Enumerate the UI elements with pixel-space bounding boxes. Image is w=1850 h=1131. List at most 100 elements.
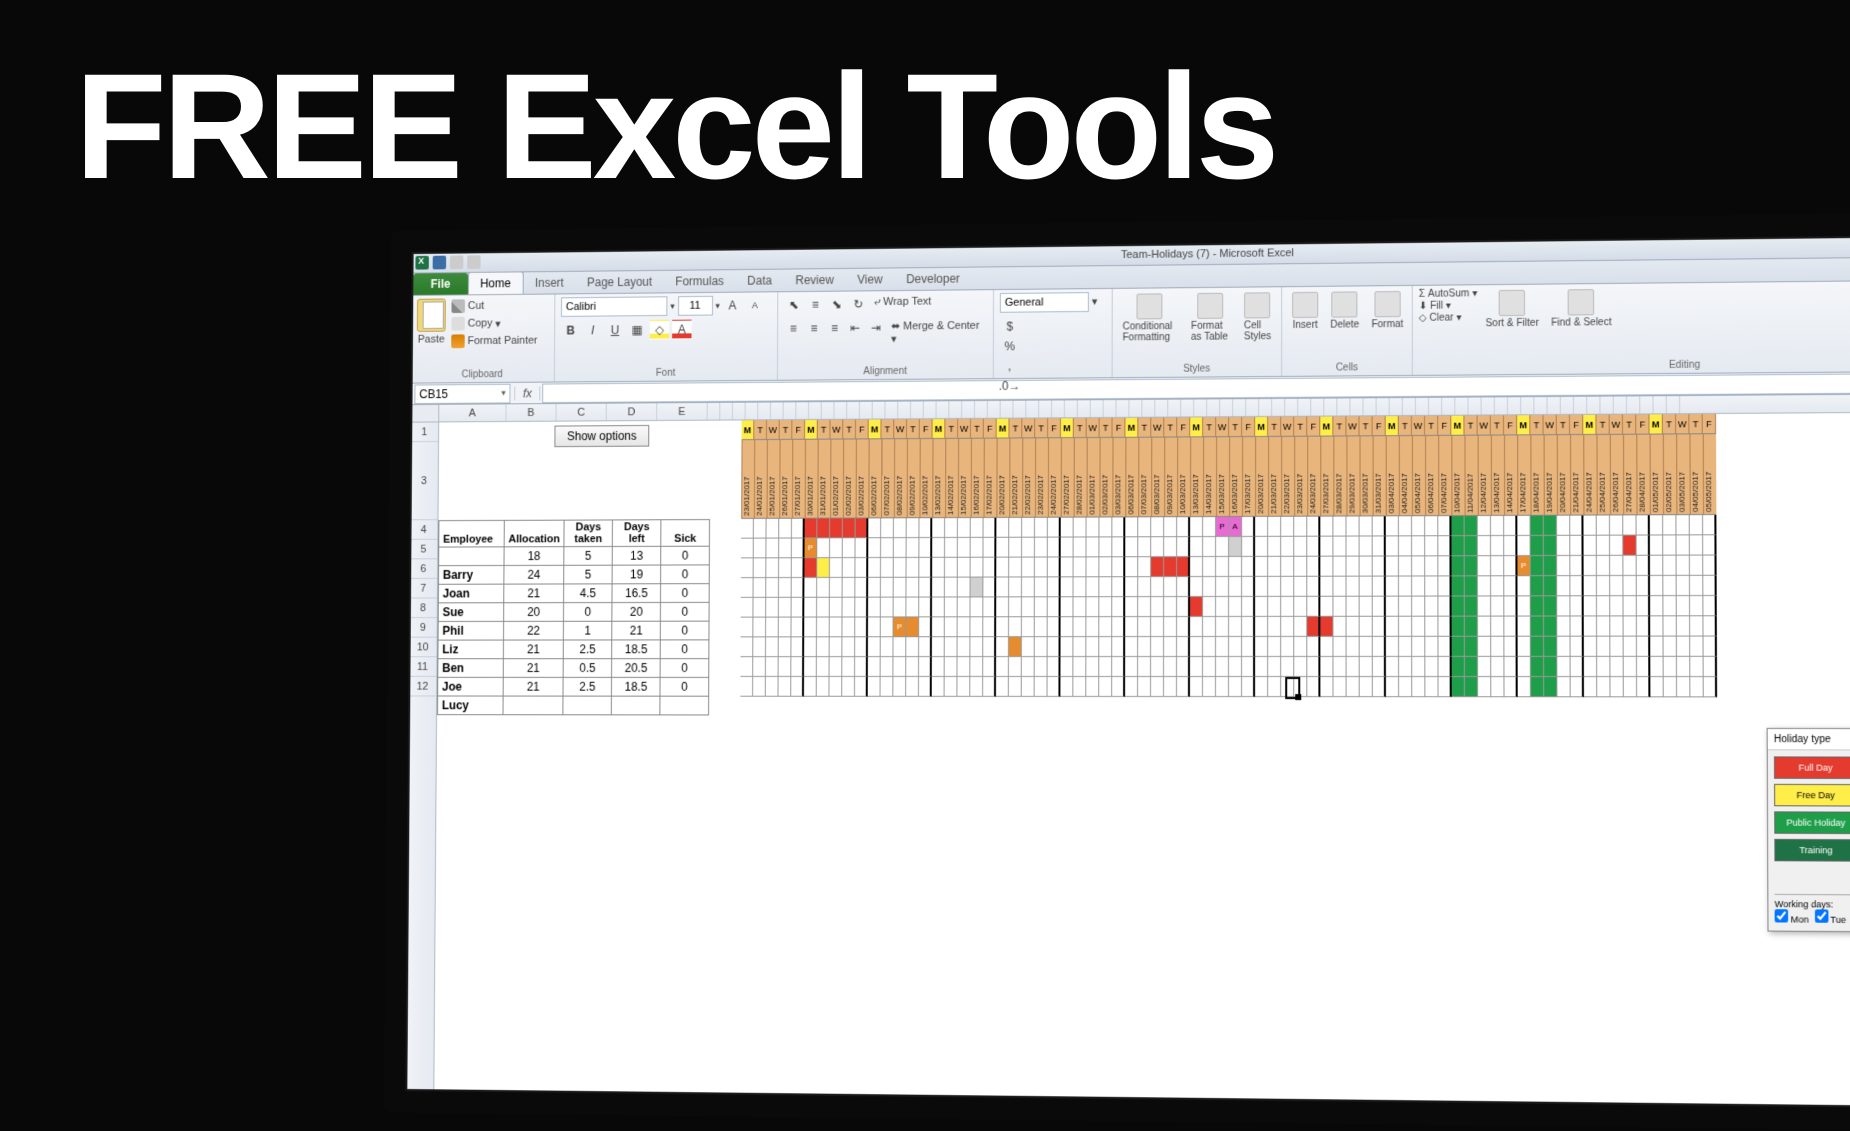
- calendar-cell[interactable]: [1087, 518, 1100, 538]
- calendar-cell[interactable]: [1035, 657, 1048, 677]
- table-cell[interactable]: Joan: [438, 584, 504, 603]
- calendar-cell[interactable]: [1650, 616, 1663, 636]
- calendar-cell[interactable]: [1112, 597, 1125, 617]
- calendar-cell[interactable]: [779, 598, 792, 618]
- calendar-cell[interactable]: [1465, 516, 1478, 536]
- calendar-cell[interactable]: [1138, 537, 1151, 557]
- italic-button[interactable]: I: [583, 320, 602, 340]
- calendar-cell[interactable]: [1677, 596, 1690, 616]
- column-header[interactable]: [860, 402, 873, 419]
- calendar-cell[interactable]: [1360, 577, 1373, 597]
- calendar-cell[interactable]: [1138, 617, 1151, 637]
- calendar-cell[interactable]: [792, 558, 805, 578]
- calendar-cell[interactable]: [1624, 616, 1637, 636]
- calendar-cell[interactable]: [1048, 617, 1061, 637]
- column-header[interactable]: [962, 401, 975, 418]
- calendar-cell[interactable]: [1048, 637, 1061, 657]
- align-top-icon[interactable]: ⬉: [784, 295, 804, 315]
- calendar-cell[interactable]: [1294, 597, 1307, 617]
- holiday-type-full-day-button[interactable]: Full Day: [1774, 756, 1850, 779]
- column-header[interactable]: [949, 401, 962, 418]
- table-cell[interactable]: 22: [503, 621, 563, 640]
- column-header[interactable]: [733, 403, 746, 420]
- calendar-cell[interactable]: [945, 677, 958, 697]
- calendar-cell[interactable]: [1268, 517, 1281, 537]
- calendar-cell[interactable]: [1690, 535, 1703, 555]
- calendar-cell[interactable]: [1438, 516, 1451, 536]
- calendar-cell[interactable]: [1452, 576, 1465, 596]
- calendar-cell[interactable]: [1307, 657, 1320, 677]
- calendar-cell[interactable]: [1704, 657, 1717, 677]
- calendar-cell[interactable]: [1216, 577, 1229, 597]
- font-name-select[interactable]: [561, 296, 667, 317]
- calendar-cell[interactable]: [1255, 617, 1268, 637]
- calendar-cell[interactable]: [1518, 637, 1531, 657]
- select-all-corner[interactable]: [410, 405, 439, 422]
- column-header[interactable]: [1013, 401, 1026, 418]
- calendar-cell[interactable]: [830, 617, 843, 637]
- column-header[interactable]: [885, 402, 898, 419]
- indent-dec-icon[interactable]: ⇤: [846, 318, 865, 338]
- calendar-cell[interactable]: [1320, 617, 1333, 637]
- font-color-icon[interactable]: A: [672, 320, 692, 340]
- calendar-cell[interactable]: [1478, 516, 1491, 536]
- calendar-cell[interactable]: [1425, 677, 1438, 697]
- calendar-cell[interactable]: [1086, 537, 1099, 557]
- calendar-cell[interactable]: [1009, 617, 1022, 637]
- calendar-cell[interactable]: [1073, 597, 1086, 617]
- calendar-cell[interactable]: [1268, 597, 1281, 617]
- calendar-cell[interactable]: [1294, 537, 1307, 557]
- comma-icon[interactable]: ,: [1000, 356, 1020, 376]
- calendar-cell[interactable]: [817, 538, 830, 558]
- calendar-cell[interactable]: [855, 637, 868, 657]
- calendar-cell[interactable]: [1491, 576, 1504, 596]
- calendar-cell[interactable]: [881, 617, 894, 637]
- calendar-cell[interactable]: [932, 657, 945, 677]
- column-header[interactable]: [1246, 399, 1259, 416]
- calendar-cell[interactable]: [1386, 536, 1399, 556]
- calendar-cell[interactable]: [1677, 677, 1690, 697]
- calendar-cell[interactable]: [1294, 577, 1307, 597]
- calendar-cell[interactable]: [1074, 577, 1087, 597]
- calendar-cell[interactable]: [1597, 677, 1610, 697]
- column-header[interactable]: [1495, 397, 1508, 414]
- calendar-cell[interactable]: [1281, 657, 1294, 677]
- table-cell[interactable]: Sue: [438, 603, 504, 622]
- calendar-cell[interactable]: [1531, 677, 1544, 697]
- calendar-cell[interactable]: [1360, 597, 1373, 617]
- calendar-cell[interactable]: [842, 637, 855, 657]
- calendar-cell[interactable]: [1465, 556, 1478, 576]
- calendar-cell[interactable]: [1099, 577, 1112, 597]
- calendar-cell[interactable]: [1151, 517, 1164, 537]
- calendar-cell[interactable]: [753, 677, 766, 697]
- calendar-cell[interactable]: [1504, 657, 1517, 677]
- calendar-cell[interactable]: [1624, 677, 1637, 697]
- calendar-cell[interactable]: [1663, 515, 1676, 535]
- calendar-cell[interactable]: [1584, 657, 1597, 677]
- calendar-row[interactable]: P: [741, 535, 1717, 558]
- calendar-cell[interactable]: [1268, 657, 1281, 677]
- column-header[interactable]: [1117, 400, 1130, 417]
- calendar-cell[interactable]: [1255, 657, 1268, 677]
- calendar-cell[interactable]: [830, 558, 843, 578]
- row-header[interactable]: 8: [409, 598, 437, 618]
- calendar-cell[interactable]: [1074, 518, 1087, 538]
- calendar-cell[interactable]: [1177, 597, 1190, 617]
- calendar-cell[interactable]: [754, 539, 767, 559]
- paste-label[interactable]: Paste: [418, 334, 445, 346]
- calendar-cell[interactable]: [1216, 657, 1229, 677]
- calendar-row[interactable]: [741, 637, 1717, 658]
- calendar-cell[interactable]: [881, 578, 894, 598]
- calendar-cell[interactable]: [1229, 677, 1242, 697]
- calendar-cell[interactable]: [1294, 637, 1307, 657]
- calendar-cell[interactable]: [1664, 637, 1677, 657]
- calendar-cell[interactable]: [791, 657, 804, 677]
- calendar-cell[interactable]: [1281, 597, 1294, 617]
- column-header[interactable]: [1065, 400, 1078, 417]
- calendar-cell[interactable]: [1584, 596, 1597, 616]
- calendar-cell[interactable]: [894, 518, 907, 538]
- calendar-cell[interactable]: [1637, 536, 1650, 556]
- calendar-cell[interactable]: [1412, 617, 1425, 637]
- calendar-cell[interactable]: [804, 558, 817, 578]
- calendar-cell[interactable]: [766, 657, 779, 677]
